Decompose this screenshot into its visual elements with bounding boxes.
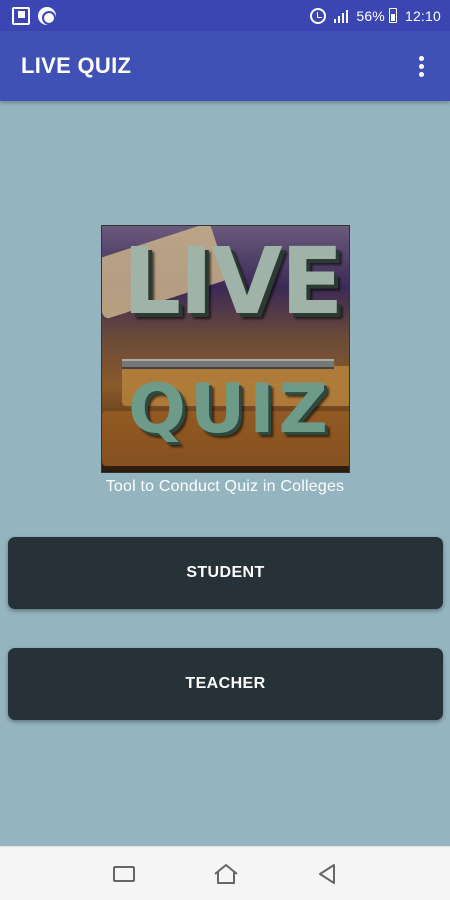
circle-app-icon xyxy=(38,6,56,25)
student-button[interactable]: STUDENT xyxy=(8,537,443,609)
alarm-icon xyxy=(309,7,326,24)
back-icon[interactable] xyxy=(317,863,337,885)
tagline: Tool to Conduct Quiz in Colleges xyxy=(105,478,345,495)
app-bar: LIVE QUIZ xyxy=(0,31,450,101)
status-time: 12:10 xyxy=(404,7,441,24)
teacher-button[interactable]: TEACHER xyxy=(8,648,443,720)
battery-percent: 56% xyxy=(356,7,385,24)
logo-divider xyxy=(122,359,334,369)
logo-line2: QUIZ xyxy=(128,370,332,449)
live-quiz-logo: LIVE QUIZ xyxy=(101,225,350,473)
app-title: LIVE QUIZ xyxy=(21,53,132,78)
battery-icon xyxy=(388,8,397,23)
navigation-bar xyxy=(0,846,450,900)
recent-apps-icon[interactable] xyxy=(113,865,135,882)
screen-recorder-icon xyxy=(12,6,30,25)
status-bar: 56% 12:10 xyxy=(0,0,450,31)
status-bar-right: 56% 12:10 xyxy=(309,7,441,24)
status-bar-left xyxy=(12,6,56,25)
logo-line1: LIVE xyxy=(122,228,344,335)
home-icon[interactable] xyxy=(213,863,239,885)
more-vert-icon[interactable] xyxy=(413,50,430,83)
signal-icon xyxy=(333,9,349,23)
